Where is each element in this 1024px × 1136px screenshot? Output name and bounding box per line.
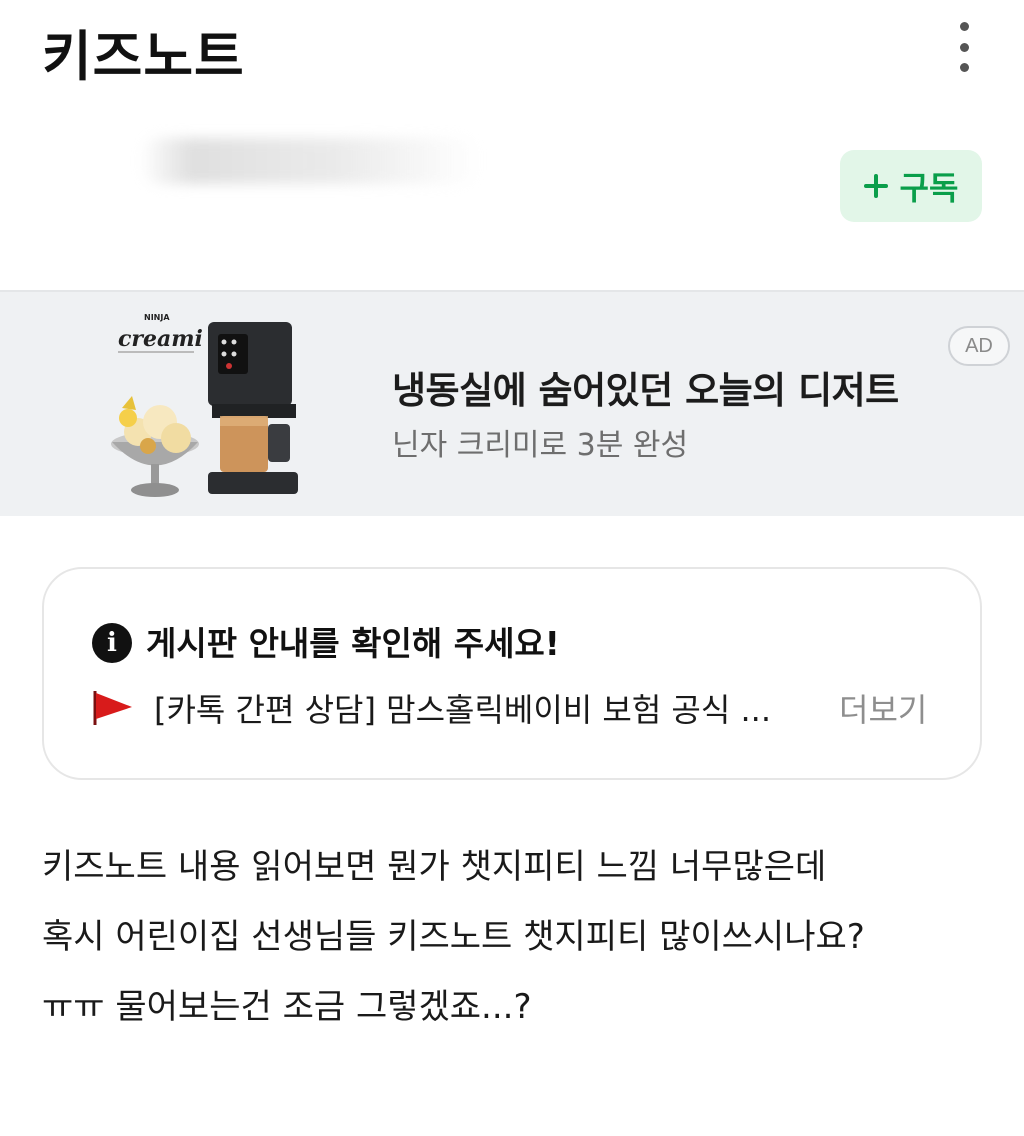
subscribe-label: 구독: [899, 169, 959, 207]
ad-badge: AD: [948, 326, 1010, 366]
post-line: 키즈노트 내용 읽어보면 뭔가 챗지피티 느낌 너무많은데: [42, 847, 827, 887]
ad-subtext: 닌자 크리미로 3분 완성: [392, 428, 689, 463]
more-dot: [959, 42, 969, 52]
more-dot: [959, 63, 969, 72]
plus-icon: [863, 174, 888, 198]
more-vertical-icon[interactable]: [944, 22, 984, 72]
page-title: 키즈노트: [42, 25, 245, 88]
notice-title: 게시판 안내를 확인해 주세요!: [146, 624, 560, 663]
info-icon: i: [92, 623, 132, 663]
top-bar: 키즈노트: [0, 0, 1024, 100]
ad-brand-name: creami: [118, 326, 203, 352]
post-body: 키즈노트 내용 읽어보면 뭔가 챗지피티 느낌 너무많은데 혹시 어린이집 선생…: [42, 832, 1002, 1042]
ad-banner[interactable]: NINJA creami 냉동실에 숨어있던 오늘의 디저트 닌자 크리미로 3…: [0, 290, 1024, 516]
ad-brand-top: NINJA: [144, 313, 170, 322]
ad-headline: 냉동실에 숨어있던 오늘의 디저트: [392, 369, 899, 412]
blurred-subtitle: [140, 138, 480, 184]
more-link[interactable]: 더보기: [839, 685, 927, 731]
red-flag-icon: [93, 691, 132, 725]
post-line: ㅠㅠ 물어보는건 조금 그렇겠죠...?: [42, 987, 532, 1027]
notice-card[interactable]: i 게시판 안내를 확인해 주세요! [카톡 간편 상담] 맘스홀릭베이비 보험…: [42, 567, 982, 780]
subscribe-button[interactable]: 구독: [840, 150, 982, 222]
post-line: 혹시 어린이집 선생님들 키즈노트 챗지피티 많이쓰시나요?: [42, 917, 865, 957]
ad-product-image: NINJA creami: [111, 313, 298, 497]
more-dot: [959, 22, 969, 31]
